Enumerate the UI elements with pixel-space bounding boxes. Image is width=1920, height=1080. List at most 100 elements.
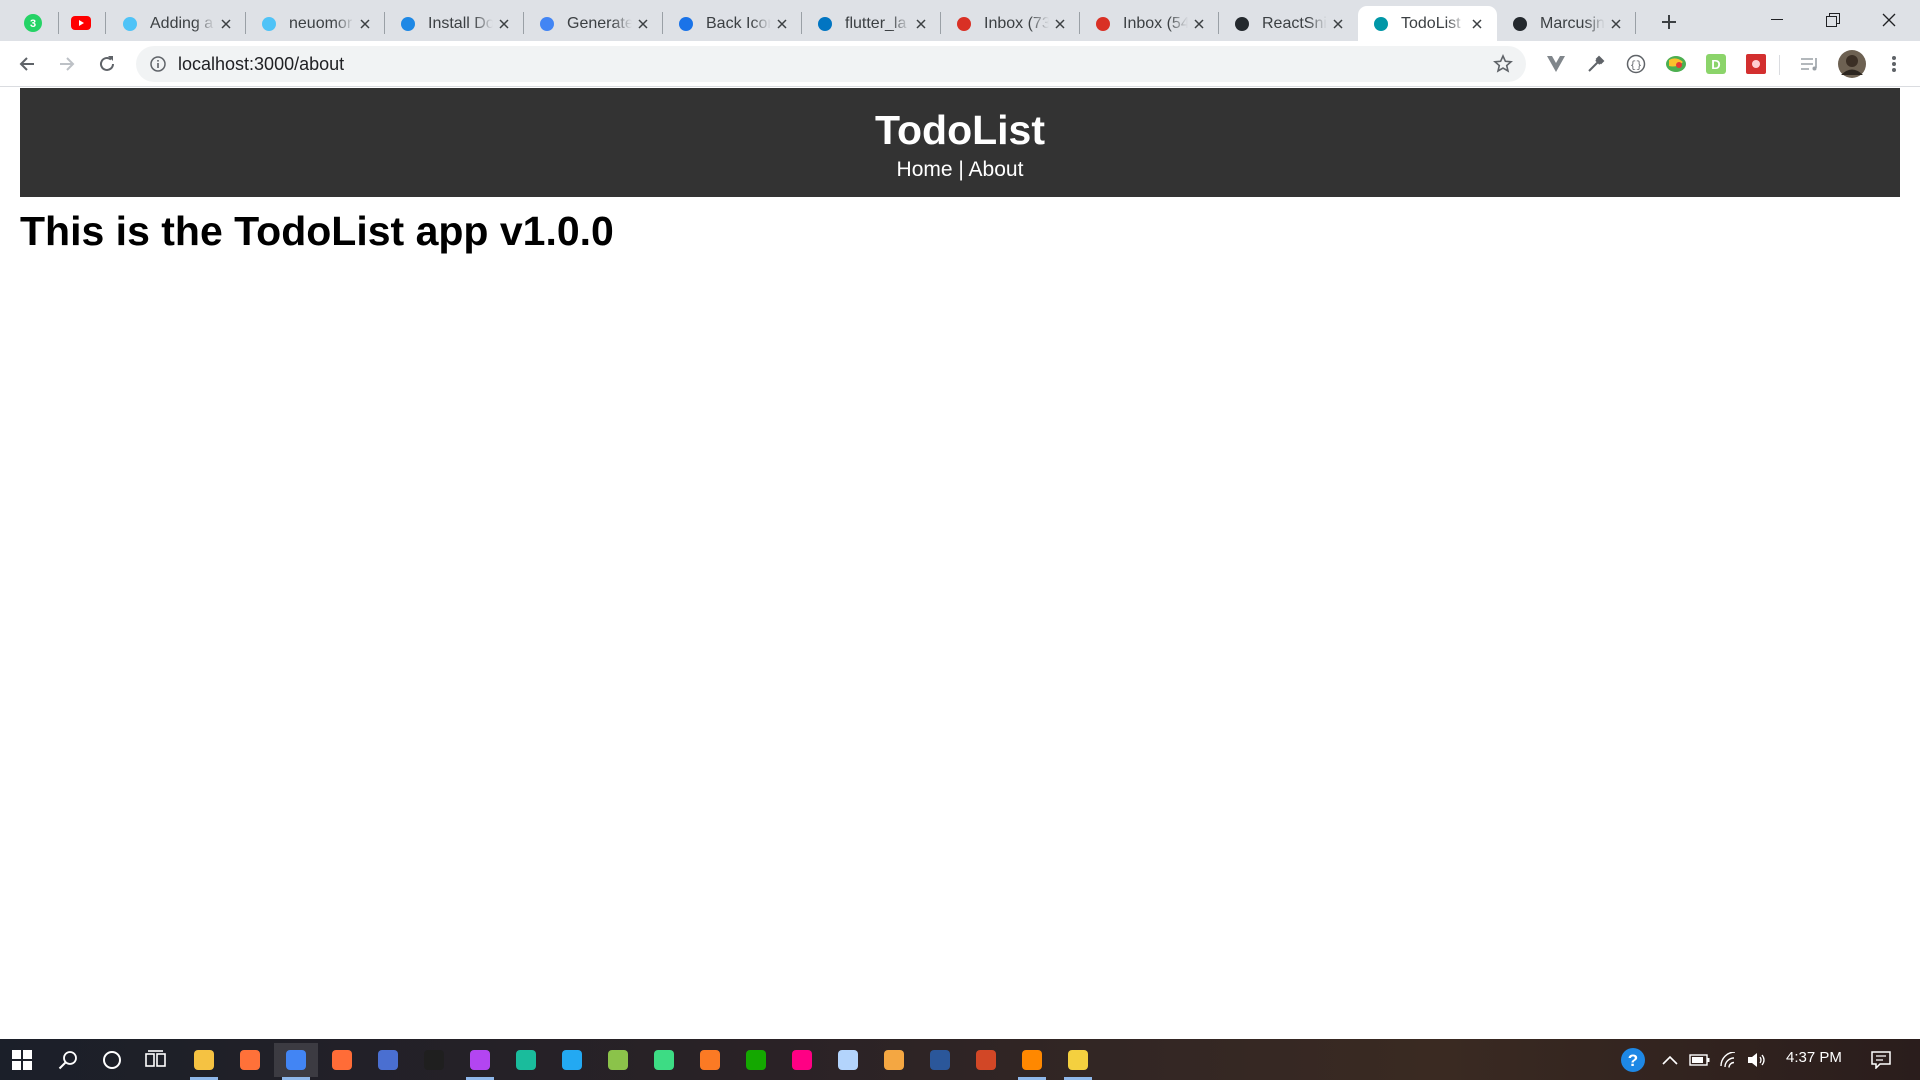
minimize-icon [1771,19,1783,20]
cortana-icon [103,1051,121,1069]
bookmark-star-icon[interactable] [1492,53,1514,75]
github-icon [1233,15,1251,33]
screenshot-extension-icon[interactable] [1744,52,1768,76]
close-icon[interactable] [1466,13,1488,35]
close-icon[interactable] [910,13,932,35]
close-icon[interactable] [771,13,793,35]
vlc-icon[interactable] [1010,1043,1054,1080]
browser-tab[interactable]: Inbox (54 [1080,6,1219,41]
search-button[interactable] [46,1043,90,1077]
chrome-menu-button[interactable] [1882,52,1906,76]
whatsapp-tab[interactable]: 3 [12,6,54,40]
search-icon [58,1051,77,1070]
postman-icon[interactable] [320,1043,364,1077]
close-icon[interactable] [1188,13,1210,35]
clock[interactable]: 4:37 PM [1786,1049,1842,1066]
tab-title: Marcusjn [1540,14,1605,32]
nav-home-link[interactable]: Home [897,158,953,181]
close-icon[interactable] [215,13,237,35]
android-studio-icon[interactable] [642,1043,686,1077]
eyedropper-icon[interactable] [1584,52,1608,76]
close-icon[interactable] [493,13,515,35]
app-nav: Home | About [20,158,1900,182]
browser-tab[interactable]: neuomor [246,6,385,41]
media-control-icon[interactable] [1798,52,1822,76]
notepad-icon[interactable] [596,1043,640,1077]
upwork-icon[interactable] [734,1043,778,1077]
browser-tab[interactable]: Install Do [385,6,524,41]
about-heading: This is the TodoList app v1.0.0 [20,208,614,254]
browser-tab[interactable]: TodoList [1358,6,1497,41]
dashlane-icon[interactable]: D [1704,52,1728,76]
more-vert-icon [1892,56,1896,72]
gitkraken-icon[interactable] [504,1043,548,1077]
back-button[interactable] [12,49,42,79]
vuejs-devtools-icon[interactable] [1544,52,1568,76]
close-icon[interactable] [1605,13,1627,35]
restore-button[interactable] [1805,0,1861,40]
close-icon [1882,13,1896,27]
tab-title: ReactSni [1262,14,1327,32]
tab-title: Inbox (54 [1123,14,1188,32]
google-icon [538,15,556,33]
intellij-icon[interactable] [412,1043,456,1077]
whatsapp-icon: 3 [24,14,42,32]
reload-button[interactable] [92,49,122,79]
windows-taskbar: ? 4:37 PM [0,1039,1920,1080]
help-icon[interactable]: ? [1618,1048,1648,1072]
powerpoint-icon[interactable] [964,1043,1008,1077]
browser-tab[interactable]: Adding a [107,6,246,41]
arrow-left-icon [19,57,34,71]
phpstorm-icon[interactable] [458,1043,502,1080]
browser-tab[interactable]: flutter_la [802,6,941,41]
xampp-icon[interactable] [688,1043,732,1077]
flutter-icon [260,15,278,33]
notifications-icon[interactable] [1866,1048,1896,1072]
browser-tab[interactable]: Back Icon [663,6,802,41]
profile-avatar[interactable] [1838,50,1866,78]
info-icon[interactable] [148,54,168,74]
svg-text:3: 3 [30,18,36,30]
wifi-icon[interactable] [1717,1048,1741,1072]
new-tab-button[interactable] [1655,8,1683,36]
chrome-icon[interactable] [274,1043,318,1080]
globe-extension-icon[interactable] [1664,52,1688,76]
battery-icon[interactable] [1688,1048,1712,1072]
volume-icon[interactable] [1745,1048,1769,1072]
youtube-tab[interactable] [60,6,102,40]
flickr-icon[interactable] [780,1043,824,1077]
dart-icon [816,15,834,33]
firefox-icon[interactable] [228,1043,272,1077]
vscode-icon[interactable] [550,1043,594,1077]
chevron-up-icon[interactable] [1658,1048,1682,1072]
browser-tab[interactable]: ReactSni [1219,6,1358,41]
json-viewer-icon[interactable]: {} [1624,52,1648,76]
minimize-button[interactable] [1749,0,1805,40]
close-icon[interactable] [632,13,654,35]
browser-tab[interactable]: Marcusjn [1497,6,1636,41]
terminal-icon[interactable] [366,1043,410,1077]
package-icon[interactable] [872,1043,916,1077]
address-bar[interactable]: localhost:3000/about [136,46,1526,82]
browser-tab[interactable]: Generate [524,6,663,41]
browser-tab[interactable]: Inbox (73 [941,6,1080,41]
close-icon[interactable] [354,13,376,35]
forward-button[interactable] [52,49,82,79]
url-text[interactable]: localhost:3000/about [178,54,344,75]
restore-icon [1826,13,1840,27]
file-explorer-icon[interactable] [182,1043,226,1080]
git-icon[interactable] [1056,1043,1100,1080]
youtube-icon [71,16,91,30]
nav-about-link[interactable]: About [969,158,1024,181]
svg-text:?: ? [1628,1051,1638,1070]
close-icon[interactable] [1049,13,1071,35]
start-button[interactable] [0,1043,44,1077]
react-icon [1372,15,1390,33]
virtualbox-icon[interactable] [826,1043,870,1077]
close-icon[interactable] [1327,13,1349,35]
cortana-button[interactable] [90,1043,134,1077]
tab-title: Generate [567,14,632,32]
word-icon[interactable] [918,1043,962,1077]
close-window-button[interactable] [1861,0,1917,40]
task-view-button[interactable] [134,1043,178,1077]
